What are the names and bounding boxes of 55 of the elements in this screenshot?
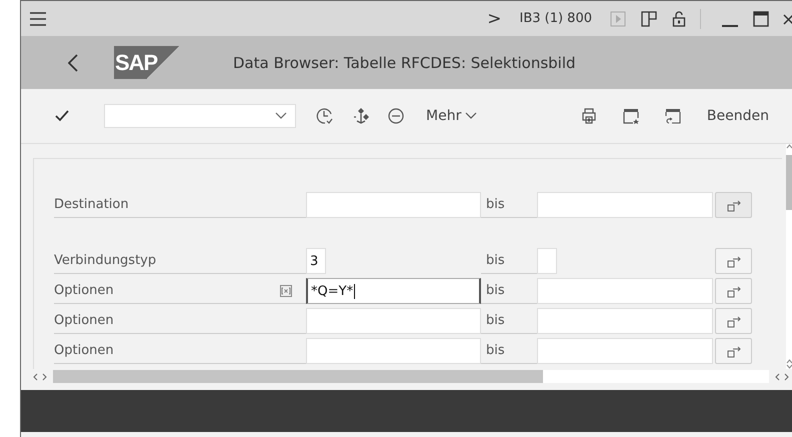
window-star-icon[interactable] (622, 108, 639, 124)
input-field[interactable] (537, 248, 557, 274)
input-field[interactable] (537, 338, 713, 364)
field-label: Optionen (54, 338, 280, 364)
command-field[interactable] (104, 104, 296, 128)
input-field[interactable] (537, 278, 713, 304)
scrollbar-thumb[interactable] (53, 370, 543, 383)
field-label: Optionen (54, 308, 280, 334)
expand-chevron[interactable]: > (487, 8, 502, 28)
scroll-arrows-icon[interactable] (33, 372, 47, 380)
system-info: IB3 (1) 800 (519, 11, 592, 26)
input-field[interactable]: *Q=Y* (306, 278, 481, 304)
logo: SAP (114, 46, 180, 79)
field-label: Optionen (54, 278, 280, 304)
close-icon[interactable] (783, 12, 792, 24)
box-arrow-icon (726, 314, 740, 328)
scrollbar-thumb[interactable] (786, 155, 792, 210)
box-arrow-icon (726, 198, 740, 212)
multiple-selection-icon[interactable] (280, 284, 292, 296)
input-field[interactable] (537, 192, 713, 218)
caret-icon[interactable] (275, 112, 287, 120)
window-title: Data Browser: Tabelle RFCDES: Selektionsbild (233, 54, 576, 72)
unlock-icon[interactable] (672, 10, 686, 27)
scroll-up-icon[interactable] (786, 144, 792, 149)
field-label: Verbindungstyp (54, 248, 280, 274)
box-arrow-icon (726, 284, 740, 298)
box-arrow-icon (726, 254, 740, 268)
window-arrow-icon[interactable] (664, 108, 681, 124)
scroll-up-icon[interactable] (786, 359, 792, 364)
back-icon[interactable] (68, 54, 78, 72)
multiple-selection-button[interactable] (715, 338, 752, 364)
field-label: Destination (54, 192, 280, 218)
more-menu[interactable]: Mehr (426, 108, 478, 124)
menu-icon[interactable] (29, 12, 47, 26)
input-field[interactable] (306, 338, 481, 364)
scroll-down-icon[interactable] (786, 364, 792, 369)
box-arrow-icon (726, 344, 740, 358)
multiple-selection-button[interactable] (715, 278, 752, 304)
multiple-selection-button[interactable] (715, 308, 752, 334)
check-icon[interactable] (55, 110, 69, 122)
input-field[interactable] (537, 308, 713, 334)
input-field[interactable]: 3 (306, 248, 326, 274)
tree-icon[interactable] (352, 107, 370, 125)
layout-icon[interactable] (640, 10, 658, 28)
maximize-icon[interactable] (753, 10, 769, 26)
multiple-selection-button[interactable] (715, 248, 752, 274)
print-icon[interactable] (580, 108, 597, 124)
multiple-selection-button[interactable] (715, 192, 752, 218)
exit-button[interactable]: Beenden (706, 108, 769, 124)
input-field[interactable] (306, 192, 481, 218)
caret-icon (465, 112, 478, 120)
scroll-arrows-icon[interactable] (775, 372, 789, 380)
history-icon[interactable] (316, 107, 334, 125)
input-field[interactable] (306, 308, 481, 334)
minus-circle-icon[interactable] (388, 108, 404, 124)
